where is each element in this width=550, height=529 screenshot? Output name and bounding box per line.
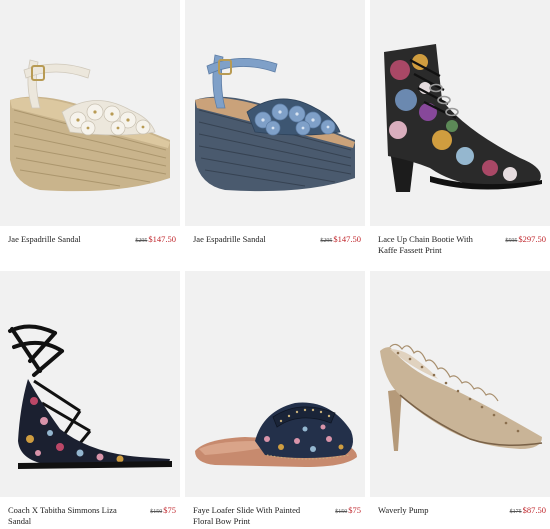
product-price: $295$147.50: [135, 234, 176, 247]
original-price: $595: [505, 238, 518, 244]
product-card[interactable]: Lace Up Chain Bootie With Kaffe Fassett …: [370, 0, 550, 258]
product-image[interactable]: [370, 271, 550, 497]
product-grid: Jae Espadrille Sandal $295$147.50 Jae Es…: [0, 0, 550, 529]
product-card[interactable]: Waverly Pump $175$87.50: [370, 271, 550, 529]
product-price: $150$75: [150, 505, 176, 518]
espadrille-sandal-cream-icon: [10, 59, 170, 192]
sale-price: $75: [348, 505, 361, 515]
product-price: $175$87.50: [510, 505, 546, 518]
original-price: $150: [150, 509, 163, 515]
product-card[interactable]: Jae Espadrille Sandal $295$147.50: [185, 0, 365, 258]
product-price: $295$147.50: [320, 234, 361, 247]
product-price: $595$297.50: [505, 234, 546, 247]
espadrille-sandal-denim-icon: [195, 54, 355, 192]
floral-loafer-slide-icon: [195, 402, 357, 467]
scalloped-pump-icon: [380, 343, 543, 451]
sale-price: $147.50: [148, 234, 176, 244]
product-card[interactable]: Faye Loafer Slide With Painted Floral Bo…: [185, 271, 365, 529]
original-price: $150: [335, 509, 348, 515]
product-name[interactable]: Waverly Pump: [378, 505, 490, 516]
original-price: $295: [320, 238, 333, 244]
product-info: Faye Loafer Slide With Painted Floral Bo…: [185, 497, 365, 529]
product-image[interactable]: [185, 0, 365, 226]
product-info: Jae Espadrille Sandal $295$147.50: [185, 226, 365, 258]
product-info: Coach X Tabitha Simmons Liza Sandal $150…: [0, 497, 180, 529]
original-price: $295: [135, 238, 148, 244]
product-image[interactable]: [0, 0, 180, 226]
product-card[interactable]: Jae Espadrille Sandal $295$147.50: [0, 0, 180, 258]
product-image[interactable]: [370, 0, 550, 226]
product-price: $150$75: [335, 505, 361, 518]
product-name[interactable]: Lace Up Chain Bootie With Kaffe Fassett …: [378, 234, 490, 256]
lace-up-floral-sandal-icon: [8, 324, 172, 469]
product-name[interactable]: Faye Loafer Slide With Painted Floral Bo…: [193, 505, 305, 527]
product-name[interactable]: Jae Espadrille Sandal: [8, 234, 120, 245]
product-image[interactable]: [0, 271, 180, 497]
sale-price: $75: [163, 505, 176, 515]
product-image[interactable]: [185, 271, 365, 497]
product-name[interactable]: Coach X Tabitha Simmons Liza Sandal: [8, 505, 120, 527]
product-info: Lace Up Chain Bootie With Kaffe Fassett …: [370, 226, 550, 258]
sale-price: $297.50: [518, 234, 546, 244]
product-info: Waverly Pump $175$87.50: [370, 497, 550, 529]
product-name[interactable]: Jae Espadrille Sandal: [193, 234, 305, 245]
product-info: Jae Espadrille Sandal $295$147.50: [0, 226, 180, 258]
floral-chain-bootie-icon: [384, 44, 542, 192]
sale-price: $147.50: [333, 234, 361, 244]
product-card[interactable]: Coach X Tabitha Simmons Liza Sandal $150…: [0, 271, 180, 529]
original-price: $175: [509, 509, 522, 515]
sale-price: $87.50: [522, 505, 546, 515]
